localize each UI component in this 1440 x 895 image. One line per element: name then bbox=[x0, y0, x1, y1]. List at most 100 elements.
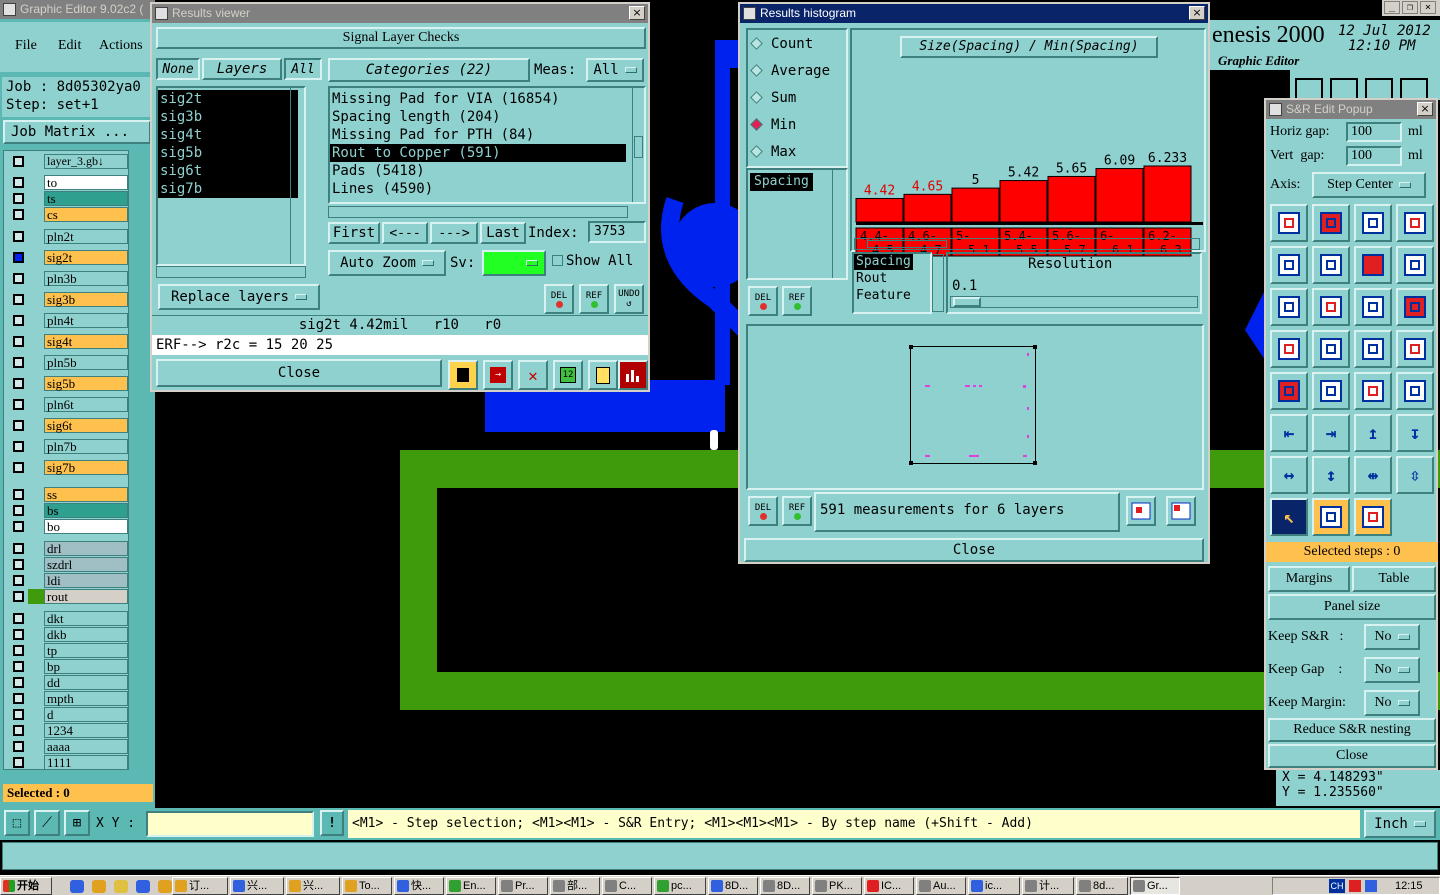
undo-icon[interactable]: UNDO ↺ bbox=[614, 284, 644, 314]
layer-result-item[interactable]: sig3b bbox=[158, 108, 298, 126]
histogram-bar[interactable] bbox=[999, 180, 1048, 223]
next-button[interactable]: ---> bbox=[430, 222, 478, 244]
tray-icon[interactable] bbox=[1365, 880, 1377, 892]
pointer-icon[interactable]: ↖ bbox=[1270, 498, 1308, 536]
units-select[interactable]: Inch bbox=[1364, 810, 1436, 838]
taskbar-item[interactable]: Gr... bbox=[1130, 877, 1180, 895]
layer-checkbox[interactable] bbox=[13, 399, 24, 410]
chart-hscroll[interactable] bbox=[854, 238, 1200, 250]
distribute-rows-icon[interactable] bbox=[1354, 204, 1392, 242]
axis-select[interactable]: Step Center bbox=[1312, 172, 1426, 198]
group-h2-icon[interactable] bbox=[1396, 330, 1434, 368]
layer-checkbox[interactable] bbox=[13, 693, 24, 704]
ref-icon[interactable]: REF bbox=[782, 496, 812, 526]
layer-list-vscroll[interactable] bbox=[290, 88, 304, 264]
axis-item-rout[interactable]: Rout bbox=[854, 270, 930, 286]
vert-gap-input[interactable]: 100 bbox=[1346, 146, 1402, 166]
split-h-icon[interactable] bbox=[1270, 288, 1308, 326]
layer-checkbox[interactable] bbox=[13, 315, 24, 326]
layer-row-bs[interactable]: bs bbox=[10, 503, 128, 518]
histogram-bar[interactable] bbox=[855, 197, 904, 223]
arrow-right-icon[interactable]: ⇥ bbox=[1312, 414, 1350, 452]
layer-checkbox[interactable] bbox=[13, 193, 24, 204]
stat-option-max[interactable]: Max bbox=[750, 144, 796, 164]
cancel-step-icon[interactable] bbox=[1396, 246, 1434, 284]
first-button[interactable]: First bbox=[328, 222, 380, 244]
prev-button[interactable]: <--- bbox=[382, 222, 428, 244]
replace-layers-select[interactable]: Replace layers bbox=[158, 284, 320, 310]
sv-color-select[interactable] bbox=[482, 250, 546, 276]
resolution-slider-handle[interactable] bbox=[953, 297, 981, 307]
distribute-grid-icon[interactable] bbox=[1312, 204, 1350, 242]
taskbar-item[interactable]: PK... bbox=[812, 877, 862, 895]
axis-list[interactable]: Spacing Rout Feature bbox=[852, 252, 932, 314]
layer-row-dkt[interactable]: dkt bbox=[10, 611, 128, 626]
minimize-icon[interactable]: _ bbox=[1384, 1, 1400, 14]
stat-option-count[interactable]: Count bbox=[750, 36, 813, 56]
layer-checkbox[interactable] bbox=[13, 231, 24, 242]
histogram-bar[interactable] bbox=[1143, 165, 1192, 223]
exit-icon[interactable]: → bbox=[483, 360, 513, 390]
layer-result-item[interactable]: sig2t bbox=[158, 90, 298, 108]
folder-icon[interactable] bbox=[114, 880, 128, 893]
erf-off-icon[interactable]: ✕ bbox=[518, 360, 548, 390]
axis-item-feature[interactable]: Feature bbox=[854, 286, 930, 303]
taskbar-item[interactable]: To... bbox=[342, 877, 392, 895]
layer-checkbox[interactable] bbox=[13, 709, 24, 720]
toolbar-icon[interactable] bbox=[1330, 78, 1358, 100]
layer-checkbox[interactable] bbox=[13, 273, 24, 284]
layer-list-hscroll[interactable] bbox=[156, 266, 306, 278]
layer-checkbox[interactable] bbox=[13, 741, 24, 752]
category-item[interactable]: Rout to Copper (591) bbox=[330, 144, 626, 162]
layer-row-to[interactable]: to bbox=[10, 175, 128, 190]
layer-row-1111[interactable]: 1111 bbox=[10, 755, 128, 770]
close-icon[interactable]: × bbox=[629, 6, 645, 20]
select-mode-icon[interactable]: ⬚ bbox=[4, 810, 30, 836]
report-icon[interactable] bbox=[588, 360, 618, 390]
layer-checkbox[interactable] bbox=[13, 613, 24, 624]
layer-row-d[interactable]: d bbox=[10, 707, 128, 722]
taskbar-item[interactable]: 部... bbox=[550, 877, 600, 895]
split-v-icon[interactable] bbox=[1312, 288, 1350, 326]
group-h-icon[interactable] bbox=[1354, 330, 1392, 368]
grid-icon[interactable]: ⊞ bbox=[64, 810, 90, 836]
move-step-icon[interactable] bbox=[1270, 246, 1308, 284]
zoom-fit-icon[interactable] bbox=[1126, 496, 1156, 526]
layer-checkbox[interactable] bbox=[13, 645, 24, 656]
taskbar-item[interactable]: En... bbox=[446, 877, 496, 895]
restore-icon[interactable]: ❐ bbox=[1402, 1, 1418, 14]
panel-size-button[interactable]: Panel size bbox=[1268, 594, 1436, 620]
edit-icon[interactable] bbox=[158, 880, 172, 893]
ref-icon[interactable]: REF bbox=[782, 286, 812, 316]
layer-checkbox[interactable] bbox=[13, 252, 24, 263]
layer-row-ldi[interactable]: ldi bbox=[10, 573, 128, 588]
categories-button[interactable]: Categories (22) bbox=[328, 58, 530, 82]
ie-icon[interactable] bbox=[70, 880, 84, 893]
layers-button[interactable]: Layers bbox=[202, 58, 282, 80]
layer-checkbox[interactable] bbox=[13, 441, 24, 452]
axis-item-spacing[interactable]: Spacing bbox=[854, 254, 913, 270]
layer-row-tp[interactable]: tp bbox=[10, 643, 128, 658]
pick-area-icon[interactable] bbox=[1354, 498, 1392, 536]
sr-close-button[interactable]: Close bbox=[1268, 744, 1436, 768]
layer-checkbox[interactable] bbox=[13, 629, 24, 640]
copy-step-icon[interactable] bbox=[1354, 288, 1392, 326]
histogram-icon[interactable] bbox=[618, 360, 648, 390]
arrow-left-icon[interactable]: ⇤ bbox=[1270, 414, 1308, 452]
histogram-bar[interactable] bbox=[903, 193, 952, 223]
last-button[interactable]: Last bbox=[480, 222, 526, 244]
outlook-icon[interactable] bbox=[92, 880, 106, 893]
layer-result-item[interactable]: sig5b bbox=[158, 144, 298, 162]
layer-results-list[interactable]: sig2t sig3b sig4t sig5b sig6t sig7b bbox=[156, 86, 306, 266]
layer-row-ts[interactable]: ts bbox=[10, 191, 128, 206]
category-item[interactable]: Missing Pad for VIA (16854) bbox=[330, 90, 626, 108]
all-button[interactable]: All bbox=[284, 58, 322, 80]
layer-row-cs[interactable]: cs bbox=[10, 207, 128, 222]
margins-button[interactable]: Margins bbox=[1268, 566, 1350, 592]
layer-checkbox[interactable] bbox=[13, 661, 24, 672]
snap-icon[interactable]: ⟋ bbox=[34, 810, 60, 836]
category-item[interactable]: Lines (4590) bbox=[330, 180, 626, 198]
layer-row-bo[interactable]: bo bbox=[10, 519, 128, 534]
compress-v-icon[interactable]: ⇳ bbox=[1396, 456, 1434, 494]
toolbar-icon[interactable] bbox=[1295, 78, 1323, 100]
